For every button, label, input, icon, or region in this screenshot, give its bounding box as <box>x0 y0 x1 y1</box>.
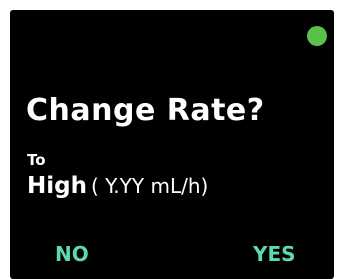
dialog-title: Change Rate? <box>26 93 265 128</box>
rate-value: ( Y.YY mL/h) <box>90 174 209 198</box>
rate-name: High <box>27 173 87 199</box>
yes-button[interactable]: YES <box>253 244 296 264</box>
device-screen: Change Rate? To High( Y.YY mL/h) NO YES <box>10 10 334 279</box>
status-dot-icon <box>307 26 327 46</box>
no-button[interactable]: NO <box>55 244 89 264</box>
rate-line: High( Y.YY mL/h) <box>27 175 208 198</box>
to-label: To <box>27 151 46 169</box>
